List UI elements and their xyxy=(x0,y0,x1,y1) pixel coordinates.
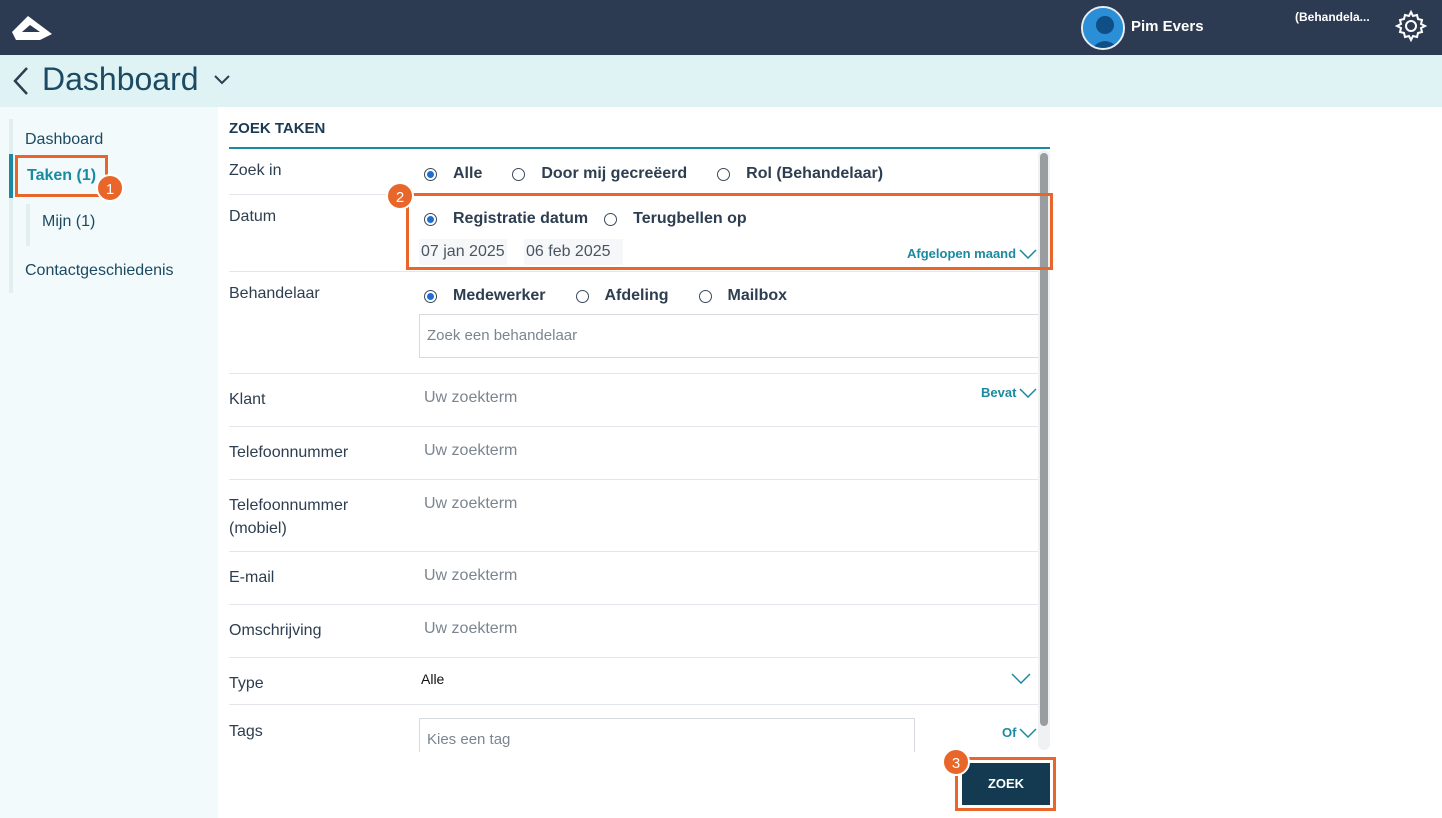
user-name[interactable]: Pim Evers xyxy=(1131,18,1204,35)
radio-alle[interactable] xyxy=(424,167,437,181)
annotation-box-1 xyxy=(15,155,108,197)
radio-label-mailbox[interactable]: Mailbox xyxy=(728,287,788,305)
annotation-badge-3: 3 xyxy=(942,748,970,776)
page-title: Dashboard xyxy=(42,61,199,97)
panel-title: ZOEK TAKEN xyxy=(229,120,326,137)
email-input[interactable]: Uw zoekterm xyxy=(424,567,517,585)
klant-input[interactable]: Uw zoekterm xyxy=(424,389,517,407)
zoek-in-radio-group: Alle Door mij gecreëerd Rol (Behandelaar… xyxy=(424,165,913,183)
avatar[interactable] xyxy=(1081,6,1125,50)
row-type: Type Alle xyxy=(229,658,1039,705)
annotation-badge-1: 1 xyxy=(96,174,124,202)
sidebar-item-mijn[interactable]: Mijn (1) xyxy=(26,204,206,246)
row-telefoonnummer-mobiel: Telefoonnummer (mobiel) Uw zoekterm xyxy=(229,480,1039,552)
radio-label-medewerker[interactable]: Medewerker xyxy=(453,287,546,305)
row-email: E-mail Uw zoekterm xyxy=(229,552,1039,605)
row-tags: Tags Kies een tag Of xyxy=(229,705,1039,752)
field-label: Telefoonnummer (mobiel) xyxy=(229,494,348,540)
field-label: Zoek in xyxy=(229,162,282,179)
field-label-line2: (mobiel) xyxy=(229,520,287,537)
top-bar: Pim Evers (Behandela... xyxy=(0,0,1442,55)
row-omschrijving: Omschrijving Uw zoekterm xyxy=(229,605,1039,658)
behandelaar-search-input[interactable]: Zoek een behandelaar xyxy=(419,314,1039,358)
radio-label-door-mij[interactable]: Door mij gecreëerd xyxy=(541,165,687,183)
tags-operator-label: Of xyxy=(1002,725,1017,740)
chevron-down-icon[interactable] xyxy=(1011,673,1031,684)
radio-label-afdeling[interactable]: Afdeling xyxy=(605,287,669,305)
radio-afdeling[interactable] xyxy=(575,289,589,303)
field-label-line1: Telefoonnummer xyxy=(229,497,349,514)
annotation-box-3 xyxy=(955,757,1056,811)
user-role: (Behandela... xyxy=(1295,10,1370,24)
gear-icon[interactable] xyxy=(1394,9,1428,43)
field-label: Klant xyxy=(229,391,266,408)
back-chevron-icon[interactable] xyxy=(10,65,32,97)
title-bar: Dashboard xyxy=(0,55,1442,107)
field-label: E-mail xyxy=(229,569,275,586)
radio-door-mij[interactable] xyxy=(512,167,526,181)
radio-rol[interactable] xyxy=(717,167,731,181)
telefoonnummer-mobiel-input[interactable]: Uw zoekterm xyxy=(424,495,517,513)
telefoonnummer-input[interactable]: Uw zoekterm xyxy=(424,442,517,460)
tags-input[interactable]: Kies een tag xyxy=(419,718,915,752)
field-label: Omschrijving xyxy=(229,622,322,639)
behandelaar-radio-group: Medewerker Afdeling Mailbox xyxy=(424,287,817,305)
chevron-down-icon[interactable] xyxy=(212,72,232,86)
logo-icon[interactable] xyxy=(10,12,54,42)
field-label: Behandelaar xyxy=(229,285,320,302)
sidebar: Dashboard Taken (1) Mijn (1) Contactgesc… xyxy=(0,107,218,818)
annotation-badge-2: 2 xyxy=(386,182,414,210)
radio-label-rol[interactable]: Rol (Behandelaar) xyxy=(746,165,883,183)
row-telefoonnummer: Telefoonnummer Uw zoekterm xyxy=(229,427,1039,480)
klant-match-dropdown[interactable]: Bevat xyxy=(981,385,1037,400)
chevron-down-icon xyxy=(1019,387,1037,398)
omschrijving-input[interactable]: Uw zoekterm xyxy=(424,620,517,638)
sidebar-item-contactgeschiedenis[interactable]: Contactgeschiedenis xyxy=(9,252,209,292)
radio-label-alle[interactable]: Alle xyxy=(453,165,482,183)
row-behandelaar: Behandelaar Medewerker Afdeling Mailbox … xyxy=(229,272,1039,374)
annotation-box-2 xyxy=(406,193,1053,270)
field-label: Datum xyxy=(229,208,277,225)
radio-medewerker[interactable] xyxy=(424,289,437,303)
field-label: Tags xyxy=(229,723,263,740)
chevron-down-icon xyxy=(1019,727,1037,738)
klant-match-label: Bevat xyxy=(981,385,1017,400)
row-zoek-in: Zoek in Alle Door mij gecreëerd Rol (Beh… xyxy=(229,149,1039,195)
field-label: Type xyxy=(229,675,264,692)
field-label: Telefoonnummer xyxy=(229,444,349,461)
tags-operator-dropdown[interactable]: Of xyxy=(1002,725,1037,740)
row-klant: Klant Uw zoekterm Bevat xyxy=(229,374,1039,427)
type-select[interactable]: Alle xyxy=(421,671,444,687)
radio-mailbox[interactable] xyxy=(698,289,712,303)
